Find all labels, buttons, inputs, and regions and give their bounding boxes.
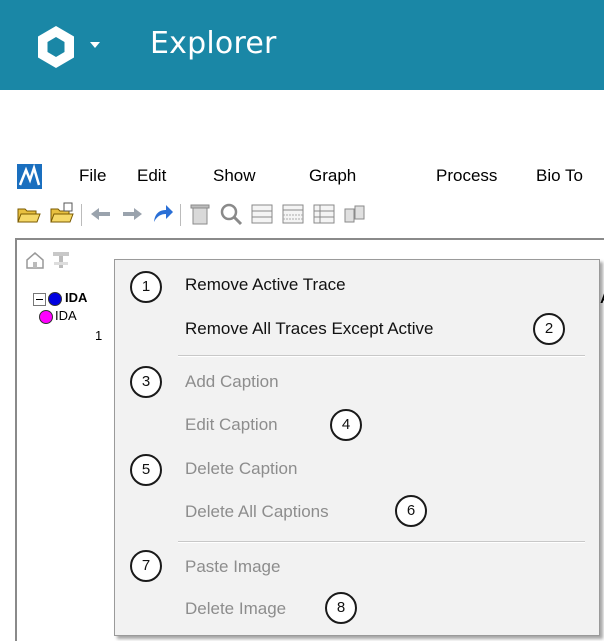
compare-icon[interactable] bbox=[343, 202, 367, 226]
open-folder-add-icon[interactable] bbox=[50, 202, 74, 226]
tree-structure-icon[interactable] bbox=[51, 250, 71, 270]
back-icon[interactable] bbox=[89, 202, 113, 226]
list-icon[interactable] bbox=[312, 202, 336, 226]
callout-badge: 3 bbox=[130, 366, 162, 398]
table-icon[interactable] bbox=[250, 202, 274, 226]
menu-remove-active-trace[interactable]: Remove Active Trace bbox=[185, 273, 346, 297]
menu-separator bbox=[178, 541, 585, 543]
menu-add-caption[interactable]: Add Caption bbox=[185, 370, 279, 394]
menu-graph[interactable]: Graph bbox=[309, 166, 356, 186]
menu-show[interactable]: Show bbox=[213, 166, 256, 186]
menu-paste-image[interactable]: Paste Image bbox=[185, 555, 280, 579]
hexagon-logo-icon[interactable] bbox=[35, 24, 77, 70]
callout-badge: 8 bbox=[325, 592, 357, 624]
callout-badge: 5 bbox=[130, 454, 162, 486]
tree-item-label[interactable]: IDA bbox=[55, 308, 77, 323]
tree-item-label[interactable]: IDA bbox=[65, 290, 87, 305]
grid-icon[interactable] bbox=[281, 202, 305, 226]
menu-remove-all-traces-except-active[interactable]: Remove All Traces Except Active bbox=[185, 317, 434, 341]
tree-expander[interactable] bbox=[33, 293, 46, 306]
callout-badge: 1 bbox=[130, 271, 162, 303]
callout-badge: 4 bbox=[330, 409, 362, 441]
menu-edit-caption[interactable]: Edit Caption bbox=[185, 413, 278, 437]
toolbar bbox=[17, 198, 604, 232]
menu-bio-tools[interactable]: Bio To bbox=[536, 166, 583, 186]
forward-icon[interactable] bbox=[120, 202, 144, 226]
trace-dot-icon bbox=[48, 292, 62, 306]
app-title: Explorer bbox=[150, 26, 277, 61]
menu-delete-image[interactable]: Delete Image bbox=[185, 597, 286, 621]
toolbar-separator bbox=[180, 204, 181, 226]
link-arrow-icon[interactable] bbox=[151, 202, 175, 226]
callout-badge: 7 bbox=[130, 550, 162, 582]
menu-file[interactable]: File bbox=[79, 166, 106, 186]
menu-separator bbox=[178, 355, 585, 357]
zoom-icon[interactable] bbox=[219, 202, 243, 226]
toolbar-separator bbox=[81, 204, 82, 226]
menu-edit[interactable]: Edit bbox=[137, 166, 166, 186]
open-folder-icon[interactable] bbox=[17, 202, 41, 226]
menu-delete-caption[interactable]: Delete Caption bbox=[185, 457, 297, 481]
menu-bar: File Edit Show Graph Process Bio To bbox=[17, 154, 604, 198]
app-logo-icon bbox=[17, 164, 42, 189]
trace-dot-icon bbox=[39, 310, 53, 324]
menu-delete-all-captions[interactable]: Delete All Captions bbox=[185, 500, 329, 524]
app-header: Explorer bbox=[0, 0, 604, 90]
home-icon[interactable] bbox=[25, 250, 45, 270]
tree-item-label[interactable]: 1 bbox=[95, 328, 102, 343]
callout-badge: 2 bbox=[533, 313, 565, 345]
menu-process[interactable]: Process bbox=[436, 166, 497, 186]
callout-badge: 6 bbox=[395, 495, 427, 527]
context-menu: 1 Remove Active Trace Remove All Traces … bbox=[114, 259, 600, 636]
trash-icon[interactable] bbox=[188, 202, 212, 226]
chevron-down-icon[interactable] bbox=[88, 40, 102, 50]
